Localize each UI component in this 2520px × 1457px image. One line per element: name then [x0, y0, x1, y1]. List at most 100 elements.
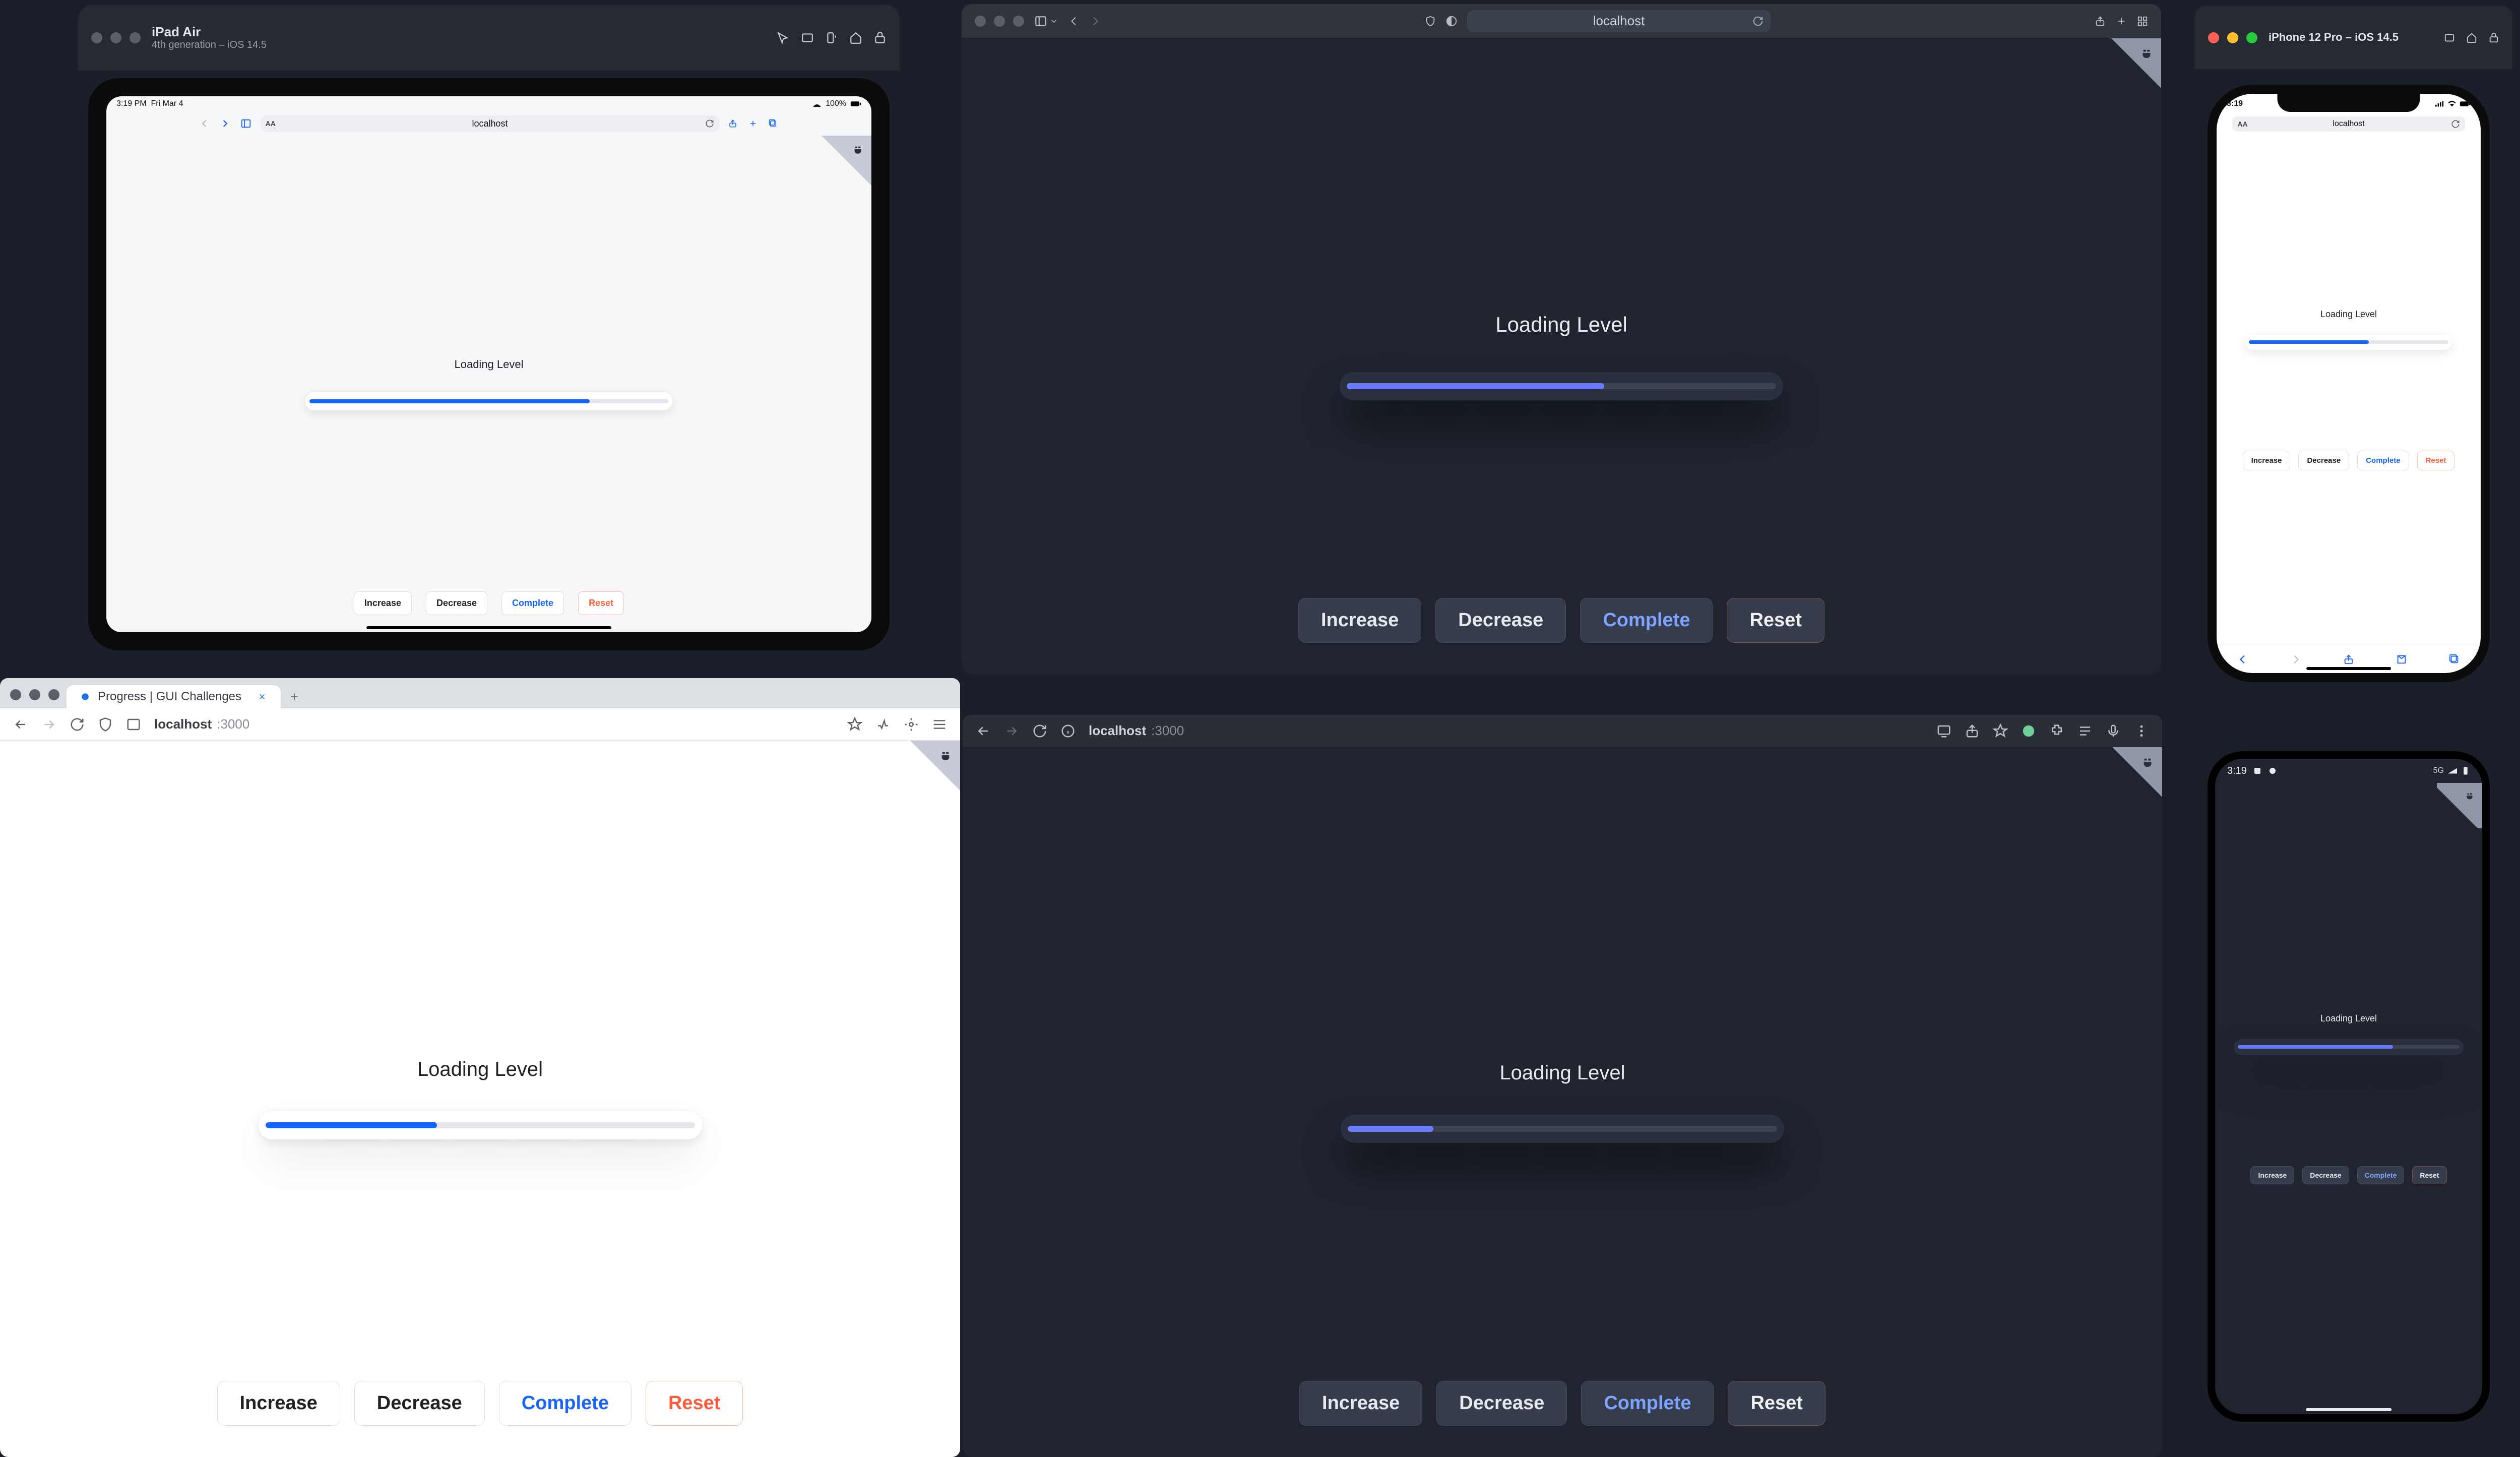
window-traffic-lights[interactable] — [91, 32, 141, 43]
increase-button[interactable]: Increase — [2243, 451, 2291, 470]
reset-button[interactable]: Reset — [2412, 1166, 2446, 1184]
shield-icon[interactable] — [1425, 16, 1436, 27]
decrease-button[interactable]: Decrease — [354, 1381, 485, 1426]
cast-icon[interactable] — [1936, 723, 1951, 739]
window-traffic-lights[interactable] — [975, 16, 1024, 27]
menu-icon[interactable] — [2134, 723, 2149, 739]
browser-addressbar: localhost:3000 — [0, 708, 960, 741]
visbug-corner[interactable] — [2092, 747, 2162, 818]
forward-icon[interactable] — [2290, 654, 2301, 665]
complete-button[interactable]: Complete — [501, 591, 564, 615]
sim-home-icon[interactable] — [849, 31, 862, 44]
menu-icon[interactable] — [932, 717, 947, 732]
forward-icon[interactable] — [1090, 16, 1101, 27]
increase-button[interactable]: Increase — [2250, 1166, 2294, 1184]
share-icon[interactable] — [2095, 16, 2106, 27]
share-icon[interactable] — [1965, 723, 1980, 739]
visbug-corner[interactable] — [890, 741, 960, 811]
refresh-icon[interactable] — [2451, 119, 2460, 129]
ipad-url-field[interactable]: AA localhost — [261, 115, 720, 132]
visbug-corner[interactable] — [2437, 783, 2482, 828]
complete-button[interactable]: Complete — [2357, 1166, 2405, 1184]
extension-icon[interactable] — [2021, 723, 2036, 739]
tabs-icon[interactable] — [769, 119, 778, 128]
sidebar-icon[interactable] — [1034, 15, 1058, 28]
decrease-button[interactable]: Decrease — [1436, 1381, 1567, 1426]
progress-fill — [266, 1122, 437, 1128]
refresh-icon[interactable] — [1752, 16, 1763, 27]
reset-button[interactable]: Reset — [646, 1381, 743, 1426]
url-field[interactable]: localhost:3000 — [154, 716, 249, 732]
complete-button[interactable]: Complete — [1580, 598, 1713, 643]
sim-screenshot-icon[interactable] — [801, 31, 814, 44]
reader-aa-icon[interactable]: AA — [2237, 120, 2247, 128]
sim-share-icon[interactable] — [873, 31, 887, 44]
reset-button[interactable]: Reset — [1728, 1381, 1825, 1426]
sim-home-icon[interactable] — [2466, 32, 2477, 43]
bookmark-star-icon[interactable] — [1993, 723, 2008, 739]
controls-row: Increase Decrease Complete Reset — [2235, 1166, 2462, 1184]
iphone-url-field[interactable]: AA localhost — [2232, 116, 2465, 132]
complete-button[interactable]: Complete — [1581, 1381, 1714, 1426]
tab-overview-icon[interactable] — [2137, 16, 2148, 27]
new-tab-icon[interactable] — [748, 119, 758, 128]
sim-share-icon[interactable] — [2488, 32, 2499, 43]
site-info-icon[interactable] — [126, 717, 141, 732]
url-field[interactable]: localhost:3000 — [1089, 723, 1184, 739]
forward-icon[interactable] — [220, 119, 229, 128]
site-info-icon[interactable] — [1060, 723, 1076, 739]
reader-aa-icon[interactable]: AA — [266, 119, 276, 128]
forward-icon[interactable] — [1004, 723, 1019, 739]
sidebar-icon[interactable] — [240, 118, 251, 129]
sim-rotate-icon[interactable] — [825, 31, 838, 44]
back-icon[interactable] — [200, 119, 209, 128]
reset-button[interactable]: Reset — [2417, 451, 2455, 470]
back-icon[interactable] — [13, 717, 28, 732]
visbug-corner[interactable] — [2091, 38, 2161, 109]
bookmark-star-icon[interactable] — [847, 717, 862, 732]
window-traffic-lights[interactable] — [2208, 32, 2257, 43]
back-icon[interactable] — [976, 723, 991, 739]
appearance-icon[interactable] — [1446, 16, 1457, 27]
decrease-button[interactable]: Decrease — [2302, 1166, 2349, 1184]
increase-button[interactable]: Increase — [217, 1381, 340, 1426]
refresh-icon[interactable] — [1032, 723, 1047, 739]
home-indicator[interactable] — [366, 626, 611, 629]
increase-button[interactable]: Increase — [354, 591, 412, 615]
safari-url-field[interactable]: localhost — [1467, 10, 1771, 32]
increase-button[interactable]: Increase — [1298, 598, 1421, 643]
share-icon[interactable] — [728, 119, 737, 128]
complete-button[interactable]: Complete — [2357, 451, 2409, 470]
extension-icon[interactable] — [875, 717, 891, 732]
extension-icon[interactable] — [904, 717, 919, 732]
back-icon[interactable] — [2237, 654, 2248, 665]
decrease-button[interactable]: Decrease — [2298, 451, 2349, 470]
increase-button[interactable]: Increase — [1299, 1381, 1422, 1426]
new-tab-icon[interactable] — [2116, 16, 2127, 27]
sim-pointer-icon[interactable] — [777, 31, 790, 44]
sim-screenshot-icon[interactable] — [2444, 32, 2455, 43]
mic-icon[interactable] — [2106, 723, 2121, 739]
decrease-button[interactable]: Decrease — [426, 591, 487, 615]
complete-button[interactable]: Complete — [499, 1381, 632, 1426]
home-indicator[interactable] — [2306, 1408, 2391, 1411]
visbug-corner[interactable] — [801, 136, 871, 206]
refresh-icon[interactable] — [70, 717, 85, 732]
reset-button[interactable]: Reset — [578, 591, 624, 615]
reset-button[interactable]: Reset — [1727, 598, 1824, 643]
browser-tab[interactable]: Progress | GUI Challenges — [67, 685, 281, 708]
tabs-icon[interactable] — [2449, 654, 2460, 665]
bookmarks-icon[interactable] — [2396, 654, 2407, 665]
decrease-button[interactable]: Decrease — [1435, 598, 1566, 643]
shield-icon[interactable] — [98, 717, 113, 732]
share-icon[interactable] — [2343, 654, 2354, 665]
refresh-icon[interactable] — [705, 119, 714, 128]
window-traffic-lights[interactable] — [10, 689, 59, 700]
reading-list-icon[interactable] — [2077, 723, 2093, 739]
forward-icon[interactable] — [41, 717, 56, 732]
extensions-icon[interactable] — [2049, 723, 2064, 739]
close-tab-icon[interactable] — [258, 692, 267, 701]
home-indicator[interactable] — [2306, 667, 2391, 670]
new-tab-icon[interactable] — [289, 691, 300, 702]
back-icon[interactable] — [1068, 16, 1080, 27]
